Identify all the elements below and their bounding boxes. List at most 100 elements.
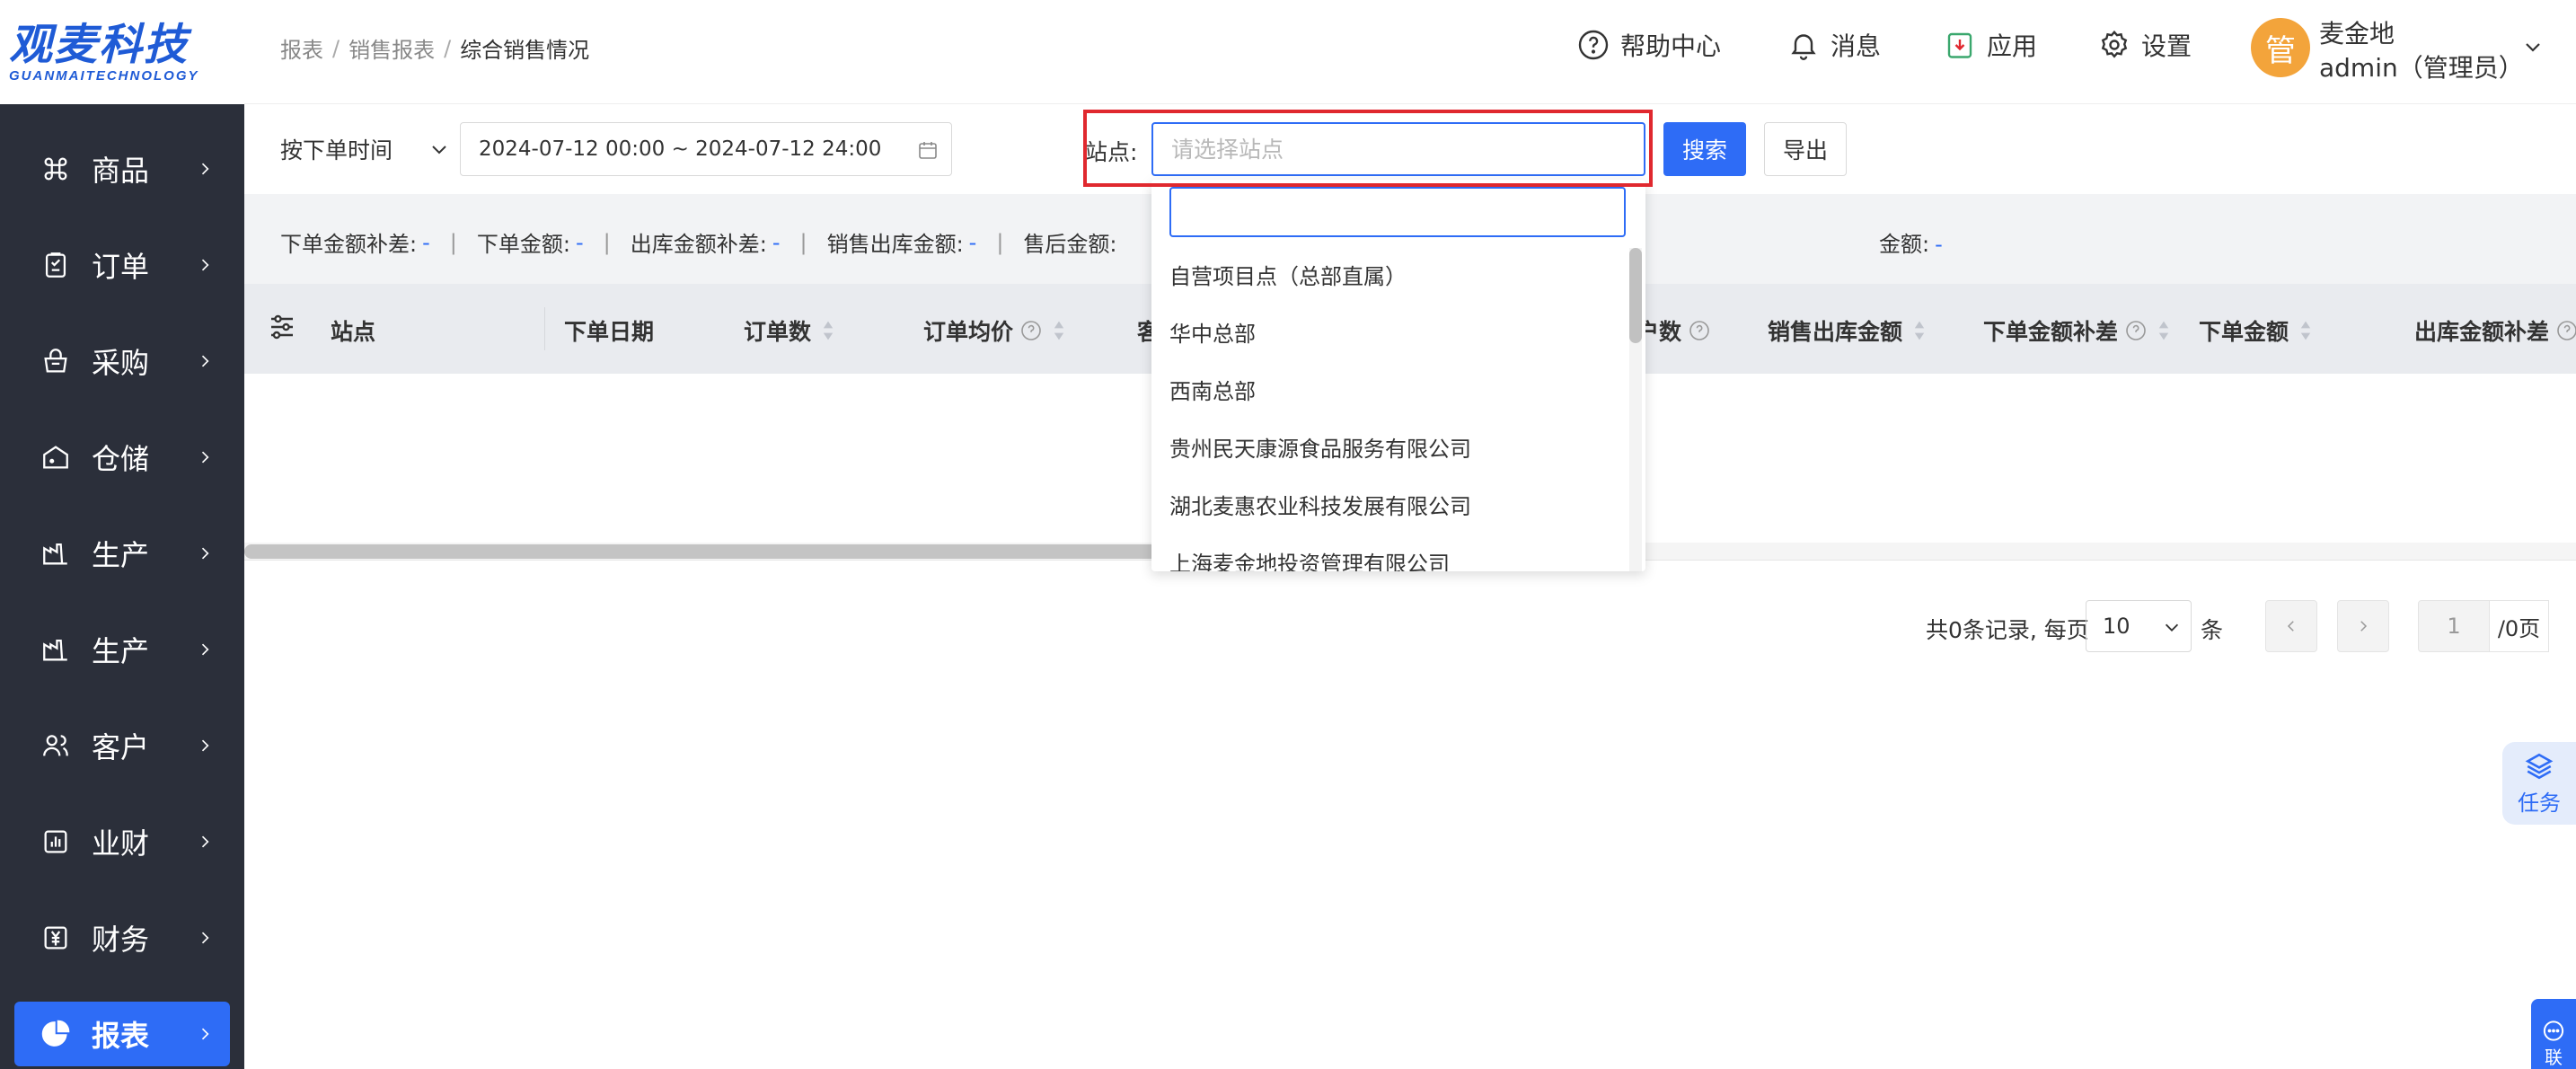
sort-icon[interactable] (1913, 319, 1926, 342)
logo-text-en: GUANMAITECHNOLOGY (9, 67, 199, 84)
chevron-right-icon (201, 932, 209, 944)
messages-button[interactable]: 消息 (1787, 27, 1881, 63)
summary-label: 下单金额补差: (280, 232, 418, 257)
column-header-order-date[interactable]: 下单日期 (564, 314, 654, 347)
user-role: admin（管理员） (2319, 53, 2524, 83)
yuan-icon (40, 922, 72, 954)
chevron-right-icon (201, 547, 209, 560)
site-option[interactable]: 自营项目点（总部直属） (1151, 248, 1628, 305)
app-download-icon (1947, 32, 1972, 58)
site-option[interactable]: 上海麦金地投资管理有限公司 (1151, 535, 1628, 571)
chevron-right-icon (201, 259, 209, 271)
factory-icon (40, 537, 72, 570)
sidebar-item-6[interactable]: 客户 (14, 713, 230, 778)
help-circle-icon[interactable] (1689, 320, 1710, 341)
chevron-right-icon (2360, 621, 2368, 632)
sidebar-item-9[interactable]: 报表 (14, 1002, 230, 1066)
next-page-button[interactable] (2337, 600, 2389, 652)
breadcrumb-item-sales-reports[interactable]: 销售报表 (348, 32, 435, 64)
horizontal-scrollbar-thumb[interactable] (244, 544, 1160, 559)
sort-icon[interactable] (822, 319, 834, 342)
chevron-down-icon[interactable] (2520, 36, 2545, 57)
calendar-icon (919, 142, 937, 159)
column-header-order-amount-adjust[interactable]: 下单金额补差 (1983, 314, 2170, 347)
sidebar-item-3[interactable]: 仓储 (14, 425, 230, 490)
sidebar-item-4[interactable]: 生产 (14, 521, 230, 586)
site-select-input[interactable] (1151, 122, 1645, 176)
column-header-customer-count[interactable]: 户数 (1636, 314, 1710, 347)
pagination-summary: 共0条记录, 每页 (1926, 617, 2089, 643)
summary-label: 售后金额: (1023, 232, 1117, 257)
avatar[interactable]: 管 (2251, 18, 2310, 77)
chevron-right-icon (201, 163, 209, 175)
sort-icon[interactable] (2157, 319, 2170, 342)
chevron-right-icon (201, 739, 209, 752)
page-size-select[interactable]: 10 (2086, 600, 2192, 652)
command-icon (40, 153, 72, 185)
chevron-down-icon (2165, 623, 2179, 632)
column-header-site[interactable]: 站点 (331, 314, 375, 347)
help-circle-icon[interactable] (1020, 320, 1042, 341)
sidebar-item-7[interactable]: 业财 (14, 809, 230, 874)
chevron-down-icon (432, 146, 446, 155)
sidebar: 商品 订单 采购 仓储 生产 生产 客户 业财 财务 报表 (0, 104, 244, 1069)
breadcrumb: 报表 / 销售报表 / 综合销售情况 (280, 32, 589, 64)
sidebar-item-label: 仓储 (92, 442, 150, 476)
help-circle-icon[interactable] (2556, 320, 2576, 341)
summary-value: - (422, 229, 430, 255)
summary-value: - (772, 229, 781, 255)
column-header-sales-outbound-amount[interactable]: 销售出库金额 (1768, 314, 1926, 347)
search-button[interactable]: 搜索 (1663, 122, 1746, 176)
gear-icon (2101, 30, 2128, 58)
prev-page-button[interactable] (2265, 600, 2317, 652)
sidebar-item-label: 生产 (92, 634, 150, 668)
column-settings-icon[interactable] (266, 311, 298, 343)
site-option[interactable]: 贵州民天康源食品服务有限公司 (1151, 420, 1628, 478)
dropdown-scrollbar-thumb[interactable] (1629, 248, 1642, 343)
chevron-right-icon (201, 835, 209, 848)
breadcrumb-item-reports[interactable]: 报表 (280, 32, 323, 64)
logo[interactable]: 观麦科技 GUANMAITECHNOLOGY (0, 0, 244, 104)
users-icon (40, 729, 72, 762)
sidebar-item-1[interactable]: 订单 (14, 233, 230, 297)
chat-float-button[interactable]: 联 (2531, 999, 2576, 1069)
chevron-right-icon (201, 451, 209, 464)
task-float-button[interactable]: 任务 (2502, 742, 2576, 825)
apps-button[interactable]: 应用 (1944, 27, 2037, 63)
summary-items: 下单金额补差: - | 下单金额: - | 出库金额补差: - | 销售出库金额: - | 售后… (280, 226, 1117, 258)
column-header-outbound-amount-adjust[interactable]: 出库金额补差 (2414, 314, 2576, 347)
help-circle-icon[interactable] (2125, 320, 2147, 341)
sidebar-item-0[interactable]: 商品 (14, 137, 230, 201)
user-name[interactable]: 麦金地 (2319, 14, 2395, 50)
sidebar-item-5[interactable]: 生产 (14, 617, 230, 682)
site-option[interactable]: 湖北麦惠农业科技发展有限公司 (1151, 478, 1628, 535)
sidebar-item-8[interactable]: 财务 (14, 906, 230, 970)
sidebar-item-2[interactable]: 采购 (14, 329, 230, 393)
clipboard-icon (40, 249, 72, 281)
chat-icon (2543, 1020, 2564, 1041)
site-option[interactable]: 华中总部 (1151, 305, 1628, 363)
chevron-left-icon (2287, 621, 2294, 632)
logo-text-cn: 观麦科技 (9, 19, 190, 70)
column-header-avg-order-price[interactable]: 订单均价 (923, 314, 1065, 347)
site-label: 站点: (1085, 139, 1138, 165)
column-header-order-amount[interactable]: 下单金额 (2199, 314, 2312, 347)
column-header-order-count[interactable]: 订单数 (744, 314, 834, 347)
site-dropdown-search-input[interactable] (1169, 187, 1626, 237)
page-number-input[interactable]: 1 (2418, 600, 2490, 652)
summary-value: - (575, 229, 584, 255)
export-button[interactable]: 导出 (1764, 122, 1847, 176)
sidebar-item-label: 财务 (92, 923, 150, 957)
site-option[interactable]: 西南总部 (1151, 363, 1628, 420)
summary-tail: 金额: - (1879, 232, 1943, 257)
sort-icon[interactable] (2299, 319, 2312, 342)
time-type-select[interactable]: 按下单时间 (280, 133, 450, 165)
factory-icon (40, 633, 72, 666)
sidebar-item-label: 生产 (92, 538, 150, 572)
settings-button[interactable]: 设置 (2098, 27, 2192, 63)
help-center-button[interactable]: 帮助中心 (1577, 27, 1721, 63)
sort-icon[interactable] (1053, 319, 1065, 342)
chevron-right-icon (201, 355, 209, 367)
site-dropdown: 自营项目点（总部直属） 华中总部 西南总部 贵州民天康源食品服务有限公司 湖北麦… (1151, 180, 1645, 571)
date-range-picker[interactable]: 2024-07-12 00:00 ~ 2024-07-12 24:00 (460, 122, 952, 176)
